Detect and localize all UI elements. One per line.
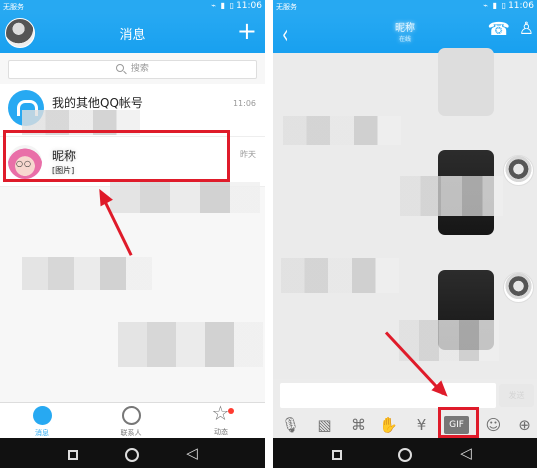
search-placeholder: 搜索 xyxy=(130,64,149,74)
plus-icon[interactable]: ⊕ xyxy=(513,415,536,435)
notification-dot xyxy=(228,408,234,414)
microphone-icon[interactable]: 🎙 xyxy=(279,415,302,435)
contact-avatar xyxy=(503,155,534,186)
recent-apps-icon[interactable] xyxy=(68,450,78,460)
chat-screen: 无服务 ⌁ ▮ ▯ 11:06 ‹ 昵称 在线 ☎ ♙ 发送 🎙 ▧ ⌘ ✋ ¥ xyxy=(273,0,537,468)
search-icon xyxy=(116,64,125,72)
search-input[interactable]: 搜索 xyxy=(8,60,257,79)
tab-contacts[interactable]: 联系人 xyxy=(101,406,161,438)
conversation-name: 我的其他QQ帐号 xyxy=(52,96,143,110)
chat-header: ‹ 昵称 在线 ☎ ♙ xyxy=(273,13,537,53)
contact-profile-icon[interactable]: ♙ xyxy=(519,19,534,39)
add-button[interactable]: + xyxy=(237,17,257,45)
home-icon[interactable] xyxy=(125,448,139,462)
smile-icon[interactable]: ☺ xyxy=(482,415,505,435)
blurred-image-preview xyxy=(399,320,499,361)
blurred-incoming-message xyxy=(281,258,399,293)
tab-label: 消息 xyxy=(35,429,49,437)
red-packet-icon[interactable]: ✋ xyxy=(377,415,400,435)
back-icon[interactable]: ◁ xyxy=(183,444,201,462)
tab-activity[interactable]: 动态 xyxy=(191,401,251,437)
gif-highlight-box xyxy=(438,407,479,438)
message-composer: 发送 🎙 ▧ ⌘ ✋ ¥ GIF ☺ ⊕ xyxy=(273,379,537,438)
image-message[interactable] xyxy=(438,48,494,116)
recent-apps-icon[interactable] xyxy=(332,450,342,460)
image-icon[interactable]: ▧ xyxy=(313,415,336,435)
messages-screen: 无服务 ⌁ ▮ ▯ 11:06 消息 + 搜索 我的其他QQ帐号 11:06 昵… xyxy=(0,0,265,468)
conversation-time: 11:06 xyxy=(232,99,256,108)
blurred-conversation-row xyxy=(118,322,263,367)
android-navigation-bar: ◁ xyxy=(273,438,537,468)
conversation-time: 昨天 xyxy=(240,150,256,159)
contact-avatar xyxy=(503,272,534,303)
message-input[interactable] xyxy=(280,383,496,408)
messages-header: 消息 + xyxy=(0,13,265,53)
send-button[interactable]: 发送 xyxy=(499,384,534,407)
contacts-icon xyxy=(121,406,141,425)
phone-icon[interactable]: ☎ xyxy=(488,19,510,40)
home-icon[interactable] xyxy=(398,448,412,462)
messages-tab-icon xyxy=(32,406,52,425)
highlight-box xyxy=(3,130,230,182)
back-icon[interactable]: ◁ xyxy=(457,444,475,462)
emoji-sticker-icon[interactable]: ¥ xyxy=(410,415,433,435)
screenshot-composite: 无服务 ⌁ ▮ ▯ 11:06 消息 + 搜索 我的其他QQ帐号 11:06 昵… xyxy=(0,0,537,468)
status-time: 11:06 xyxy=(236,1,262,11)
tab-messages[interactable]: 消息 xyxy=(12,406,72,438)
carrier-label: 无服务 xyxy=(3,3,24,11)
blurred-incoming-message xyxy=(283,116,401,145)
blurred-image-preview xyxy=(400,176,503,216)
blurred-conversation-row xyxy=(22,257,152,290)
tab-label: 联系人 xyxy=(120,429,142,437)
carrier-label: 无服务 xyxy=(276,3,297,11)
status-time: 11:06 xyxy=(508,1,534,11)
tab-label: 动态 xyxy=(214,428,228,436)
status-icons: ⌁ ▮ ▯ xyxy=(211,1,235,10)
blurred-conversation-row xyxy=(110,182,260,213)
page-title: 消息 xyxy=(119,28,146,43)
status-bar: 无服务 ⌁ ▮ ▯ 11:06 xyxy=(273,0,537,13)
status-icons: ⌁ ▮ ▯ xyxy=(483,1,507,10)
bottom-tab-bar: 消息 联系人 动态 xyxy=(0,401,265,438)
status-bar: 无服务 ⌁ ▮ ▯ 11:06 xyxy=(0,0,265,13)
android-navigation-bar: ◁ xyxy=(0,438,265,468)
camera-icon[interactable]: ⌘ xyxy=(347,415,370,435)
